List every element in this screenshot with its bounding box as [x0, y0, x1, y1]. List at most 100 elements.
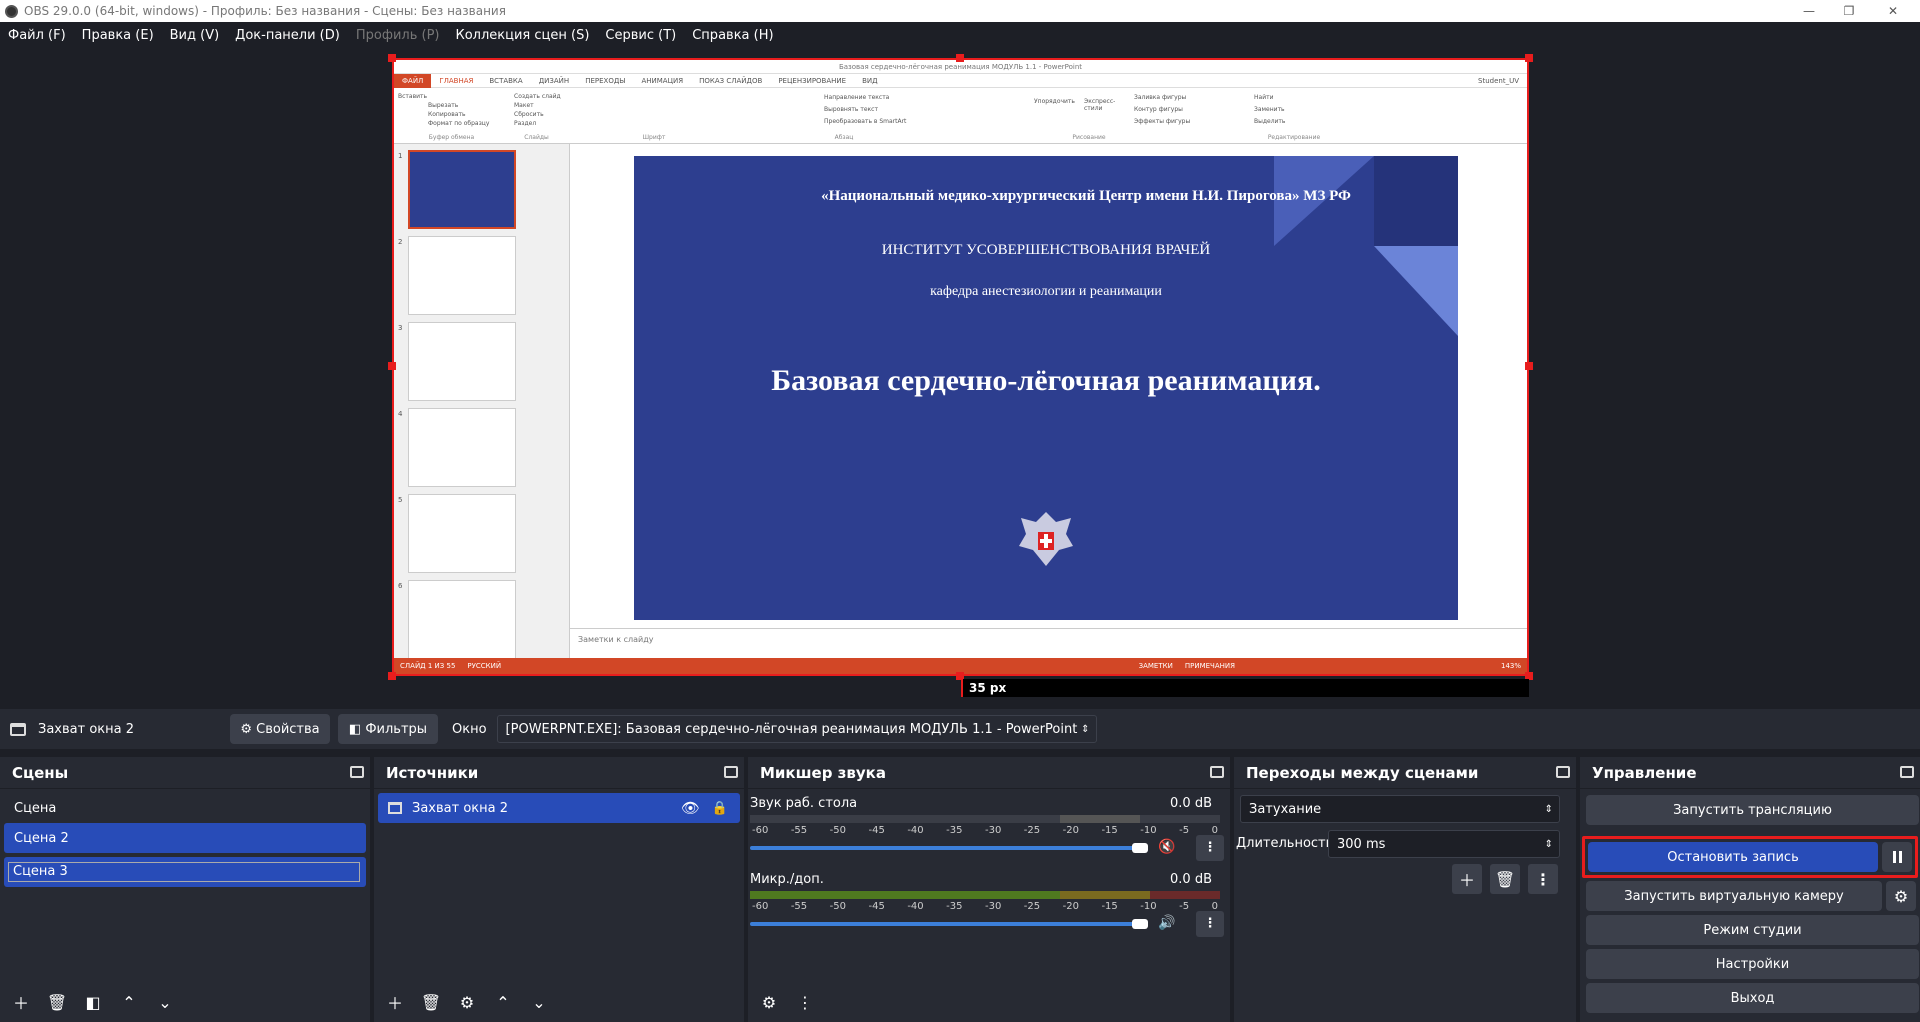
- transition-menu-icon[interactable]: ⋮: [1528, 864, 1558, 894]
- resize-handle-l[interactable]: [388, 362, 396, 370]
- pp-shape-outline[interactable]: Контур фигуры: [1134, 104, 1224, 116]
- menu-tools[interactable]: Сервис (T): [597, 28, 684, 43]
- remove-transition-icon[interactable]: 🗑: [1490, 864, 1520, 894]
- pp-tab-review[interactable]: РЕЦЕНЗИРОВАНИЕ: [770, 77, 854, 85]
- start-stream-button[interactable]: Запустить трансляцию: [1586, 795, 1919, 825]
- spin-arrows-icon[interactable]: ⇕: [1545, 839, 1553, 850]
- transition-select[interactable]: Затухание ⇕: [1240, 795, 1560, 823]
- filters-button[interactable]: ◧ Фильтры: [338, 714, 438, 744]
- pp-notes-toggle[interactable]: ЗАМЕТКИ: [1133, 662, 1179, 670]
- pp-thumb-5[interactable]: [408, 494, 516, 573]
- source-item[interactable]: Захват окна 2 👁 🔒: [378, 793, 740, 823]
- pp-thumb-6[interactable]: [408, 580, 516, 659]
- track-menu-icon[interactable]: ⋮: [1196, 911, 1224, 937]
- scene-filters-icon[interactable]: ◧: [78, 987, 108, 1017]
- pp-thumb-4[interactable]: [408, 408, 516, 487]
- exit-button[interactable]: Выход: [1586, 983, 1919, 1013]
- undock-icon[interactable]: [724, 766, 738, 778]
- resize-handle-tl[interactable]: [388, 54, 396, 62]
- move-down-icon[interactable]: ⌄: [524, 987, 554, 1017]
- pp-smartart[interactable]: Преобразовать в SmartArt: [824, 116, 944, 128]
- pp-shape-effects[interactable]: Эффекты фигуры: [1134, 116, 1224, 128]
- volume-slider-handle[interactable]: [1132, 919, 1148, 929]
- properties-button[interactable]: ⚙ Свойства: [230, 714, 330, 744]
- window-select[interactable]: [POWERPNT.EXE]: Базовая сердечно-лёгочна…: [496, 715, 1097, 743]
- advanced-audio-gear-icon[interactable]: ⚙: [754, 987, 784, 1017]
- lock-icon[interactable]: 🔒: [712, 801, 728, 816]
- volume-slider-handle[interactable]: [1132, 843, 1148, 853]
- virtualcam-settings-gear-icon[interactable]: ⚙: [1886, 881, 1916, 911]
- pp-shape-fill[interactable]: Заливка фигуры: [1134, 92, 1224, 104]
- menu-view[interactable]: Вид (V): [162, 28, 228, 43]
- pp-tab-view[interactable]: ВИД: [854, 77, 886, 85]
- pp-layout[interactable]: Макет: [514, 101, 584, 110]
- pp-thumb-2[interactable]: [408, 236, 516, 315]
- settings-button[interactable]: Настройки: [1586, 949, 1919, 979]
- pp-section[interactable]: Раздел: [514, 119, 584, 128]
- undock-icon[interactable]: [350, 766, 364, 778]
- scene-item[interactable]: Сцена 2: [4, 823, 366, 853]
- pp-quick-styles[interactable]: Экспресс-стили: [1084, 98, 1124, 112]
- pp-find[interactable]: Найти: [1254, 92, 1324, 104]
- pp-tab-home[interactable]: ГЛАВНАЯ: [431, 77, 481, 85]
- maximize-button[interactable]: ❐: [1826, 0, 1872, 22]
- remove-scene-icon[interactable]: 🗑: [42, 987, 72, 1017]
- undock-icon[interactable]: [1556, 766, 1570, 778]
- move-up-icon[interactable]: ⌃: [114, 987, 144, 1017]
- pp-tab-animation[interactable]: АНИМАЦИЯ: [633, 77, 691, 85]
- pp-tab-transitions[interactable]: ПЕРЕХОДЫ: [577, 77, 633, 85]
- pp-tab-design[interactable]: ДИЗАЙН: [531, 77, 577, 85]
- scene-rename-input[interactable]: Сцена 3: [8, 862, 360, 882]
- menu-docks[interactable]: Док-панели (D): [227, 28, 348, 43]
- pause-record-button[interactable]: [1882, 842, 1912, 872]
- muted-speaker-icon[interactable]: 🔇: [1158, 839, 1175, 855]
- pp-thumb-1[interactable]: [408, 150, 516, 229]
- move-down-icon[interactable]: ⌄: [150, 987, 180, 1017]
- resize-handle-r[interactable]: [1525, 362, 1533, 370]
- pp-arrange[interactable]: Упорядочить: [1034, 98, 1084, 105]
- pp-select[interactable]: Выделить: [1254, 116, 1324, 128]
- pp-zoom[interactable]: 143%: [1241, 662, 1527, 670]
- volume-slider[interactable]: [750, 922, 1140, 926]
- add-source-icon[interactable]: ＋: [380, 987, 410, 1017]
- pp-tab-insert[interactable]: ВСТАВКА: [481, 77, 530, 85]
- resize-handle-t[interactable]: [956, 54, 964, 62]
- pp-current-slide[interactable]: «Национальный медико-хирургический Центр…: [634, 156, 1458, 620]
- undock-icon[interactable]: [1900, 766, 1914, 778]
- add-scene-icon[interactable]: ＋: [6, 987, 36, 1017]
- volume-slider[interactable]: [750, 846, 1140, 850]
- pp-notes[interactable]: Заметки к слайду: [570, 628, 1527, 658]
- move-up-icon[interactable]: ⌃: [488, 987, 518, 1017]
- pp-tab-slideshow[interactable]: ПОКАЗ СЛАЙДОВ: [691, 77, 770, 85]
- menu-help[interactable]: Справка (H): [684, 28, 781, 43]
- captured-window-source[interactable]: Базовая сердечно-лёгочная реанимация МОД…: [392, 58, 1529, 676]
- pp-replace[interactable]: Заменить: [1254, 104, 1324, 116]
- pp-align-text[interactable]: Выровнять текст: [824, 104, 944, 116]
- pp-thumb-3[interactable]: [408, 322, 516, 401]
- pp-tab-file[interactable]: ФАЙЛ: [394, 73, 432, 88]
- resize-handle-tr[interactable]: [1525, 54, 1533, 62]
- resize-handle-bl[interactable]: [388, 672, 396, 680]
- track-menu-icon[interactable]: ⋮: [1196, 835, 1224, 861]
- remove-source-icon[interactable]: 🗑: [416, 987, 446, 1017]
- menu-scene-collection[interactable]: Коллекция сцен (S): [447, 28, 597, 43]
- pp-text-direction[interactable]: Направление текста: [824, 92, 944, 104]
- studio-mode-button[interactable]: Режим студии: [1586, 915, 1919, 945]
- pp-new-slide[interactable]: Создать слайд: [514, 92, 584, 101]
- close-button[interactable]: ✕: [1870, 0, 1916, 22]
- start-virtualcam-button[interactable]: Запустить виртуальную камеру: [1586, 881, 1882, 911]
- menu-edit[interactable]: Правка (E): [74, 28, 162, 43]
- add-transition-icon[interactable]: ＋: [1452, 864, 1482, 894]
- stop-record-button[interactable]: Остановить запись: [1588, 842, 1878, 872]
- source-properties-icon[interactable]: ⚙: [452, 987, 482, 1017]
- mixer-menu-icon[interactable]: ⋮: [790, 987, 820, 1017]
- speaker-icon[interactable]: 🔊: [1158, 915, 1175, 931]
- scene-item[interactable]: Сцена: [4, 793, 366, 823]
- menu-profile[interactable]: Профиль (P): [348, 28, 448, 43]
- duration-input[interactable]: 300 ms ⇕: [1328, 830, 1560, 858]
- eye-icon[interactable]: 👁: [681, 799, 700, 817]
- pp-comments-toggle[interactable]: ПРИМЕЧАНИЯ: [1179, 662, 1241, 670]
- pp-reset[interactable]: Сбросить: [514, 110, 584, 119]
- scene-item-editing[interactable]: Сцена 3: [4, 857, 366, 887]
- menu-file[interactable]: Файл (F): [0, 28, 74, 43]
